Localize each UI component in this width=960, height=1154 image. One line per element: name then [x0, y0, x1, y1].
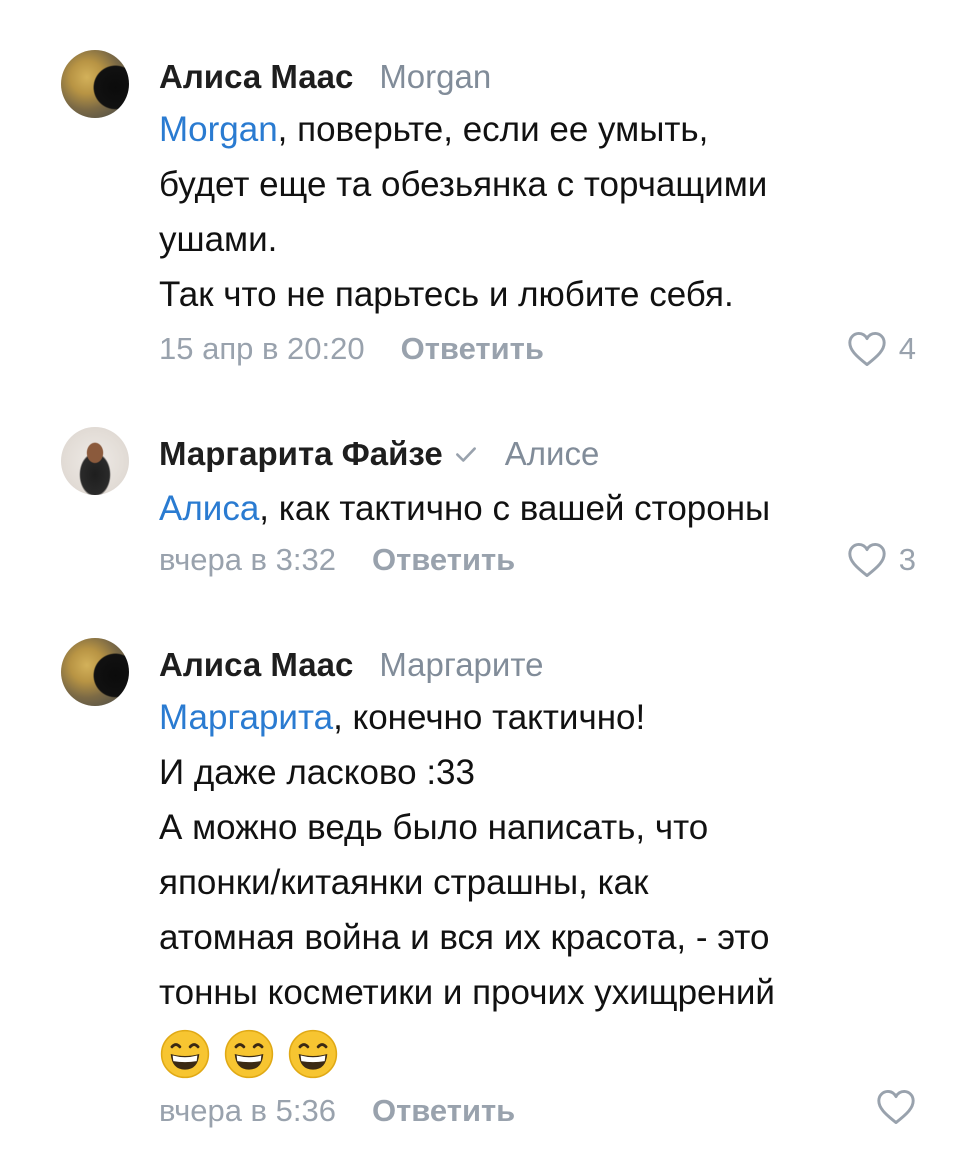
- grinning-face-icon: [160, 1029, 210, 1078]
- text-line: японки/китаянки страшны, как: [159, 863, 649, 902]
- like-button[interactable]: 3: [847, 540, 916, 580]
- reply-button[interactable]: Ответить: [401, 331, 544, 366]
- avatar[interactable]: [61, 427, 129, 495]
- text-line: И даже ласково :33: [159, 753, 475, 792]
- avatar[interactable]: [61, 50, 129, 118]
- comment-header: Маргарита Файзе Алисе: [159, 434, 599, 474]
- author-name[interactable]: Алиса Маас: [159, 58, 353, 95]
- reply-to-name[interactable]: Маргарите: [379, 646, 543, 683]
- text-line: тонны косметики и прочих ухищрений: [159, 973, 775, 1012]
- text-line: Маргарита, конечно тактично!: [159, 690, 939, 745]
- mention-link[interactable]: Morgan: [159, 110, 278, 149]
- author-name[interactable]: Алиса Маас: [159, 646, 353, 683]
- comment-text: Morgan, поверьте, если ее умыть, будет е…: [159, 102, 939, 322]
- text-line: ушами.: [159, 220, 278, 259]
- text-line: атомная война и вся их красота, - это: [159, 918, 770, 957]
- like-count: 3: [898, 542, 916, 577]
- grinning-face-icon: [288, 1029, 338, 1078]
- comment-header: Алиса Маас Маргарите: [159, 645, 543, 685]
- comment-date: 15 апр в 20:20: [159, 331, 365, 366]
- like-count: 4: [898, 331, 916, 366]
- mention-link[interactable]: Маргарита: [159, 698, 333, 737]
- checkmark-icon: [455, 447, 476, 462]
- text-line: Так что не парьтесь и любите себя.: [159, 275, 734, 314]
- reply-to-name[interactable]: Morgan: [379, 58, 491, 95]
- heart-outline-icon: [848, 542, 886, 578]
- reply-to-name[interactable]: Алисе: [505, 435, 600, 472]
- like-button[interactable]: [876, 1087, 916, 1127]
- comment-text: Маргарита, конечно тактично! И даже ласк…: [159, 690, 939, 1084]
- text-fragment: , конечно тактично!: [333, 698, 646, 737]
- grinning-face-icon: [224, 1029, 274, 1078]
- text-line: А можно ведь было написать, что: [159, 808, 709, 847]
- heart-outline-icon: [877, 1089, 915, 1125]
- comment-meta: вчера в 5:36 Ответить: [159, 1091, 515, 1131]
- text-line: будет еще та обезьянка с торчащими: [159, 165, 768, 204]
- comment-meta: вчера в 3:32 Ответить: [159, 540, 515, 580]
- text-fragment: , как тактично с вашей стороны: [259, 489, 771, 528]
- reply-button[interactable]: Ответить: [372, 542, 515, 577]
- comment-header: Алиса Маас Morgan: [159, 57, 491, 97]
- avatar[interactable]: [61, 638, 129, 706]
- text-line: Алиса, как тактично с вашей стороны: [159, 481, 939, 536]
- reply-button[interactable]: Ответить: [372, 1093, 515, 1128]
- author-name[interactable]: Маргарита Файзе: [159, 435, 443, 472]
- comment-date: вчера в 3:32: [159, 542, 336, 577]
- heart-outline-icon: [848, 331, 886, 367]
- like-button[interactable]: 4: [847, 329, 916, 369]
- emoji-row: [159, 1024, 939, 1084]
- comment-text: Алиса, как тактично с вашей стороны: [159, 481, 939, 536]
- comment-meta: 15 апр в 20:20 Ответить: [159, 329, 544, 369]
- mention-link[interactable]: Алиса: [159, 489, 259, 528]
- comment-date: вчера в 5:36: [159, 1093, 336, 1128]
- text-fragment: , поверьте, если ее умыть,: [277, 110, 709, 149]
- text-line: Morgan, поверьте, если ее умыть,: [159, 102, 939, 157]
